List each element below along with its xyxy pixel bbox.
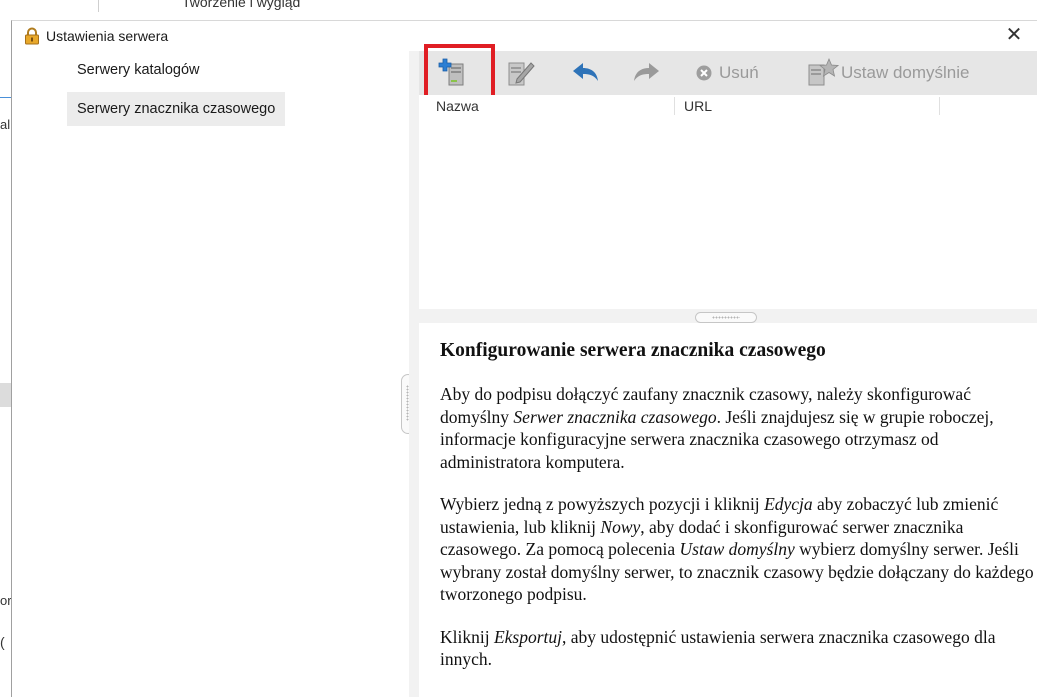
lock-icon [25,27,39,45]
dialog-title: Ustawienia serwera [46,28,169,44]
column-divider [939,97,940,115]
help-paragraph-2: Wybierz jedną z powyższych pozycji i kli… [440,494,1034,604]
background-accent-line [0,97,11,98]
set-default-button[interactable]: Ustaw domyślnie [805,57,970,89]
help-panel: Konfigurowanie serwera znacznika czasowe… [440,339,1037,691]
toolbar: Usuń Ustaw domyślnie [419,44,1037,108]
star-document-icon [808,57,839,86]
background-text-fragment: or [0,593,12,608]
sidebar: Serwery katalogów Serwery znacznika czas… [12,51,415,697]
set-default-label: Ustaw domyślnie [841,63,970,82]
help-heading: Konfigurowanie serwera znacznika czasowe… [440,340,826,361]
column-header-url[interactable]: URL [684,98,712,114]
server-settings-dialog: Ustawienia serwera ✕ Serwery katalogów S… [11,20,1037,697]
edit-server-button[interactable] [503,57,537,89]
sidebar-item-label: Serwery znacznika czasowego [77,101,276,117]
import-arrow-icon [573,63,598,81]
sidebar-item-directory-servers[interactable]: Serwery katalogów [67,53,210,87]
close-icon[interactable]: ✕ [1003,24,1025,46]
dialog-titlebar: Ustawienia serwera ✕ [12,21,1037,51]
sidebar-item-label: Serwery katalogów [77,62,200,78]
background-text-fragment: ( [0,634,5,650]
server-list[interactable] [419,117,1037,309]
column-header-name[interactable]: Nazwa [436,98,479,114]
delete-button[interactable]: Usuń [695,57,759,89]
help-paragraph-3: Kliknij Eksportuj, aby udostępnić ustawi… [440,626,996,670]
sidebar-item-timestamp-servers[interactable]: Serwery znacznika czasowego [67,92,286,126]
background-text-fragment: al [0,117,11,132]
import-button[interactable] [567,57,603,89]
table-header: Nazwa URL [419,95,1037,117]
delete-label: Usuń [719,63,759,82]
export-button[interactable] [629,57,665,89]
background-tab-label: Tworzenie i wygląd [182,0,301,10]
help-paragraph-1: Aby do podpisu dołączyć zaufany znacznik… [440,384,994,472]
horizontal-splitter[interactable] [419,309,1037,323]
new-server-button[interactable] [424,44,495,108]
export-arrow-icon [634,63,659,81]
horizontal-splitter-handle[interactable] [695,312,757,323]
background-grey-block [0,383,11,407]
edit-icon [508,62,535,86]
column-divider [674,97,675,115]
servers-pane: Usuń Ustaw domyślnie Nazwa URL Konfiguro… [419,44,1037,697]
background-divider [98,0,99,12]
delete-circle-x-icon [696,65,712,81]
vertical-splitter[interactable] [409,51,419,697]
